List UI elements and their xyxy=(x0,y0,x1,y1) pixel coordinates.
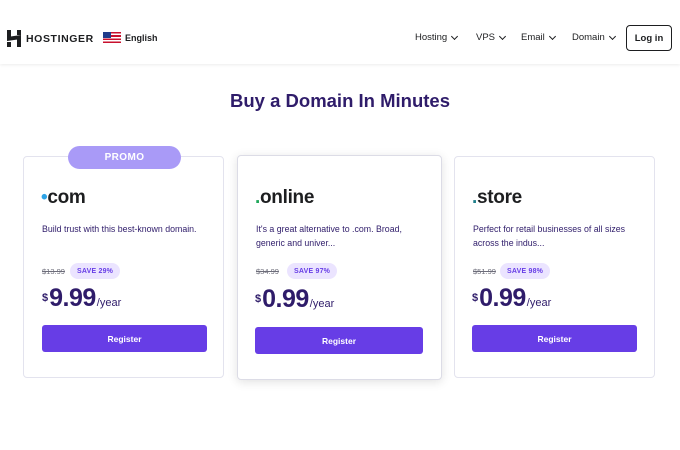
page-title: Buy a Domain In Minutes xyxy=(230,90,450,111)
hostinger-logo-icon xyxy=(7,30,21,47)
hostinger-logo[interactable]: HOSTINGER xyxy=(7,30,94,47)
tld-name: •com xyxy=(41,187,86,208)
nav-hosting[interactable]: Hosting xyxy=(415,32,459,43)
card-description: Perfect for retail businesses of all siz… xyxy=(473,224,626,248)
save-badge: SAVE 29% xyxy=(70,263,121,279)
language-selector[interactable]: English xyxy=(103,32,158,43)
save-badge: SAVE 97% xyxy=(287,263,338,279)
chevron-down-icon xyxy=(548,32,556,40)
chevron-down-icon xyxy=(608,32,616,40)
nav-vps[interactable]: VPS xyxy=(476,32,507,43)
old-price: $34.99 xyxy=(256,267,279,276)
nav-vps-label: VPS xyxy=(476,32,496,43)
price: $0.99/year xyxy=(472,284,552,312)
register-button[interactable]: Register xyxy=(255,327,423,354)
logo-text: HOSTINGER xyxy=(26,32,94,45)
card-description: It's a great alternative to .com. Broad,… xyxy=(256,224,402,248)
old-price: $51.99 xyxy=(473,267,496,276)
card-description: Build trust with this best-known domain. xyxy=(42,224,197,234)
tld-name: .store xyxy=(472,187,522,208)
language-label: English xyxy=(125,32,158,43)
login-button[interactable]: Log in xyxy=(626,25,672,51)
chevron-down-icon xyxy=(498,32,507,40)
nav-hosting-label: Hosting xyxy=(415,32,448,43)
nav-email[interactable]: Email xyxy=(521,32,556,43)
chevron-down-icon xyxy=(451,32,459,40)
tld-name: .online xyxy=(255,187,315,208)
register-button[interactable]: Register xyxy=(42,325,207,352)
price: $0.99/year xyxy=(255,285,335,313)
old-price: $13.99 xyxy=(42,267,65,276)
promo-badge: PROMO xyxy=(68,146,181,169)
us-flag-icon xyxy=(103,32,121,43)
save-badge: SAVE 98% xyxy=(500,263,551,279)
site-header: HOSTINGER English Hosting VPS Email Doma… xyxy=(0,0,680,64)
register-button[interactable]: Register xyxy=(472,325,637,352)
nav-email-label: Email xyxy=(521,32,545,43)
nav-domain[interactable]: Domain xyxy=(572,32,616,43)
nav-domain-label: Domain xyxy=(572,32,605,43)
price: $9.99/year xyxy=(42,284,122,312)
